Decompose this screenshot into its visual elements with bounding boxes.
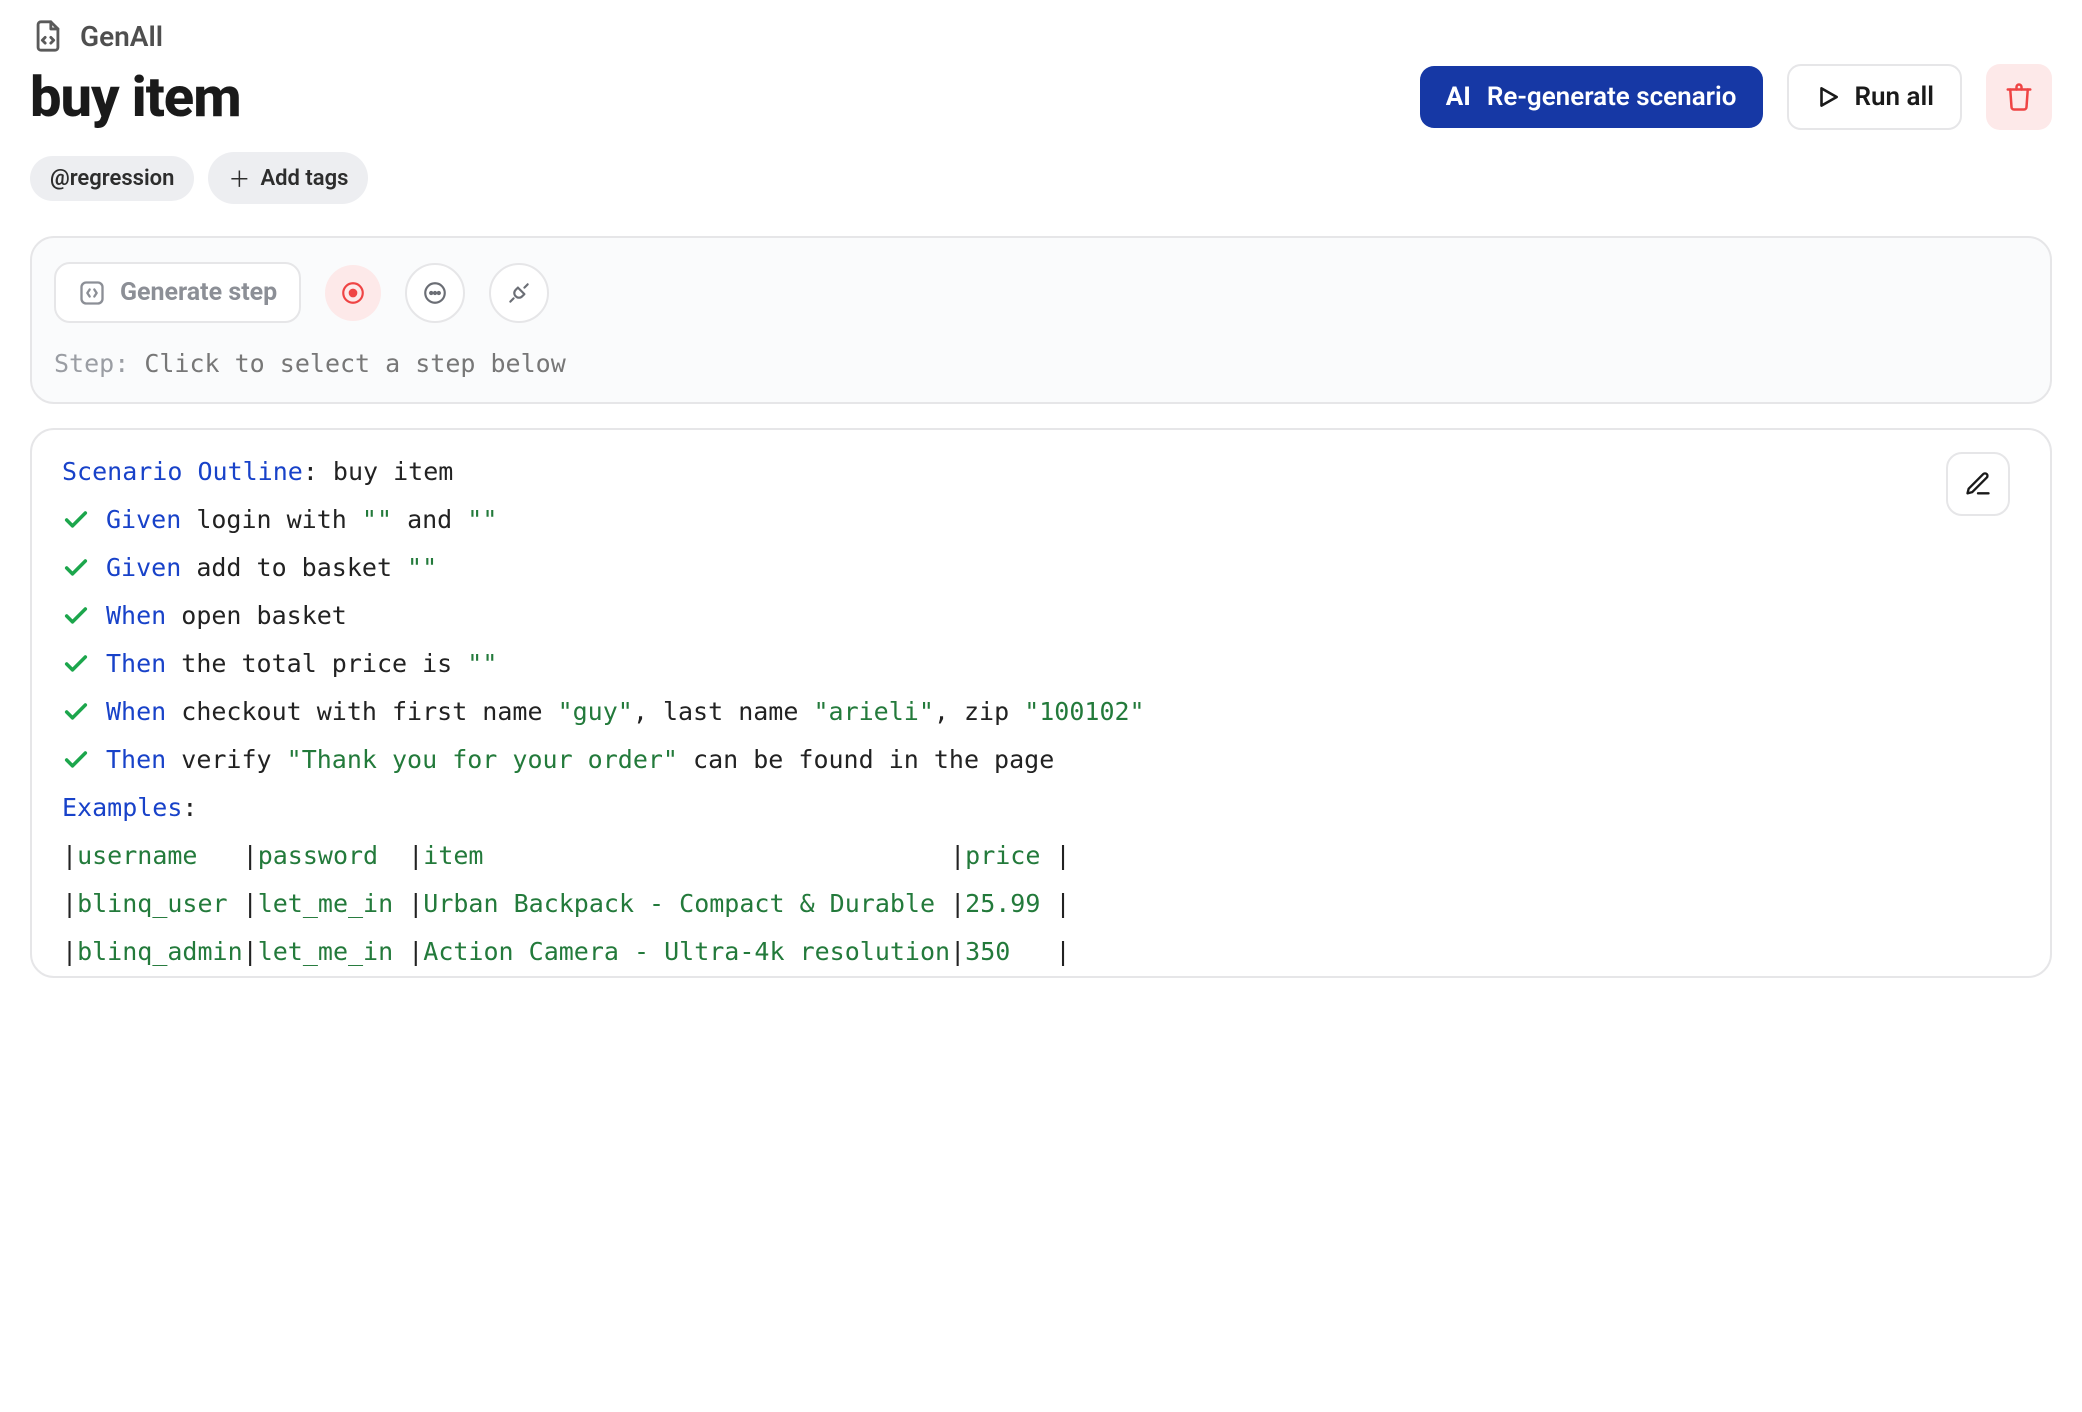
examples-line[interactable]: Examples:: [62, 784, 2020, 832]
run-all-button[interactable]: Run all: [1787, 64, 1963, 130]
checkmark-icon: [62, 650, 106, 678]
play-icon: [1815, 84, 1841, 110]
scenario-editor[interactable]: Scenario Outline: buy item Given login w…: [30, 428, 2052, 978]
generate-step-label: Generate step: [120, 278, 277, 307]
step-line[interactable]: Then verify "Thank you for your order" c…: [62, 736, 2020, 784]
examples-row[interactable]: | blinq_user | let_me_in | Mizu Bottle -…: [62, 976, 2020, 978]
comment-icon: [422, 280, 448, 306]
tags-row: @regression ＋ Add tags: [30, 152, 2052, 204]
connection-button[interactable]: [489, 263, 549, 323]
add-tags-button[interactable]: ＋ Add tags: [208, 152, 368, 204]
record-button[interactable]: [325, 265, 381, 321]
step-line[interactable]: Then the total price is "": [62, 640, 2020, 688]
generate-step-button[interactable]: Generate step: [54, 262, 301, 323]
ai-badge: AI: [1446, 82, 1471, 112]
step-line[interactable]: When open basket: [62, 592, 2020, 640]
checkmark-icon: [62, 506, 106, 534]
add-tags-label: Add tags: [260, 166, 348, 191]
run-all-label: Run all: [1855, 82, 1935, 112]
step-line[interactable]: When checkout with first name "guy", las…: [62, 688, 2020, 736]
scenario-code: Scenario Outline: buy item Given login w…: [32, 430, 2050, 978]
examples-row[interactable]: | blinq_admin| let_me_in | Action Camera…: [62, 928, 2020, 976]
step-prefix: Step:: [54, 349, 129, 378]
step-line[interactable]: Given add to basket "": [62, 544, 2020, 592]
regenerate-label: Re-generate scenario: [1487, 82, 1737, 112]
examples-header[interactable]: | username | password | item | price |: [62, 832, 2020, 880]
brand-row: GenAll: [30, 18, 2052, 54]
step-panel: Generate step: [30, 236, 2052, 404]
examples-row[interactable]: | blinq_user | let_me_in | Urban Backpac…: [62, 880, 2020, 928]
trash-icon: [2004, 82, 2034, 112]
header-actions: AI Re-generate scenario Run all: [1420, 64, 2052, 130]
step-placeholder: Click to select a step below: [144, 349, 565, 378]
scenario-outline-line[interactable]: Scenario Outline: buy item: [62, 448, 2020, 496]
brand-name: GenAll: [80, 20, 163, 53]
record-icon: [340, 280, 366, 306]
comment-button[interactable]: [405, 263, 465, 323]
regenerate-scenario-button[interactable]: AI Re-generate scenario: [1420, 66, 1763, 128]
brand-logo-icon: [30, 18, 66, 54]
checkmark-icon: [62, 602, 106, 630]
step-line[interactable]: Given login with "" and "": [62, 496, 2020, 544]
checkmark-icon: [62, 746, 106, 774]
generate-step-icon: [78, 279, 106, 307]
pencil-icon: [1964, 470, 1992, 498]
checkmark-icon: [62, 698, 106, 726]
delete-button[interactable]: [1986, 64, 2052, 130]
plug-icon: [506, 280, 532, 306]
page-title: buy item: [30, 64, 241, 130]
plus-icon: ＋: [228, 162, 250, 194]
tag-chip[interactable]: @regression: [30, 156, 194, 201]
edit-button[interactable]: [1946, 452, 2010, 516]
checkmark-icon: [62, 554, 106, 582]
step-line[interactable]: Step: Click to select a step below: [54, 349, 2028, 378]
